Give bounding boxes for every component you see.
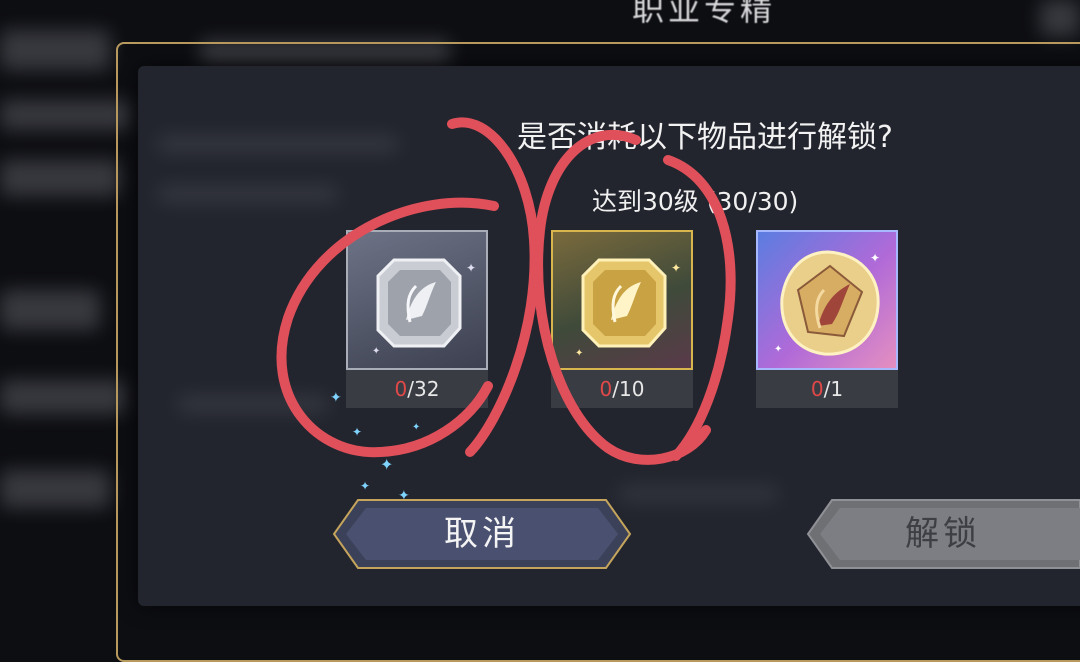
item-owned: 0 <box>810 377 824 401</box>
cancel-label: 取消 <box>444 514 520 554</box>
item-tile: ✦ ✦ <box>551 230 693 370</box>
svg-text:✦: ✦ <box>774 344 782 355</box>
item-slot-prismatic[interactable]: ✦ ✦ 0/1 <box>756 230 898 408</box>
gold-emblem-icon: ✦ ✦ <box>575 258 681 359</box>
svg-text:✦: ✦ <box>671 261 681 275</box>
item-tile: ✦ ✦ <box>756 230 898 370</box>
svg-text:✦: ✦ <box>870 251 880 265</box>
item-required: /1 <box>823 377 844 401</box>
unlock-button[interactable]: 解锁 <box>806 498 1080 570</box>
item-required: /32 <box>407 377 440 401</box>
item-slot-gold[interactable]: ✦ ✦ 0/10 <box>551 230 693 408</box>
item-slot-silver[interactable]: ✦ ✦ 0/32 <box>346 230 488 408</box>
item-count: 0/10 <box>551 370 693 408</box>
cancel-button[interactable]: 取消 <box>332 498 632 570</box>
item-tile: ✦ ✦ <box>346 230 488 370</box>
silver-emblem-icon: ✦ ✦ <box>372 258 476 357</box>
item-count: 0/1 <box>756 370 898 408</box>
item-required: /10 <box>612 377 645 401</box>
item-owned: 0 <box>599 377 613 401</box>
page-title: 职业专精 <box>632 0 777 28</box>
item-count: 0/32 <box>346 370 488 408</box>
unlock-label: 解锁 <box>905 514 981 554</box>
svg-text:✦: ✦ <box>575 348 583 359</box>
unlock-prompt: 是否消耗以下物品进行解锁? <box>517 120 893 155</box>
prismatic-crest-icon: ✦ ✦ <box>774 250 880 356</box>
svg-text:✦: ✦ <box>372 346 380 357</box>
svg-text:✦: ✦ <box>466 261 476 275</box>
level-requirement: 达到30级 (30/30) <box>592 187 799 216</box>
item-owned: 0 <box>394 377 408 401</box>
